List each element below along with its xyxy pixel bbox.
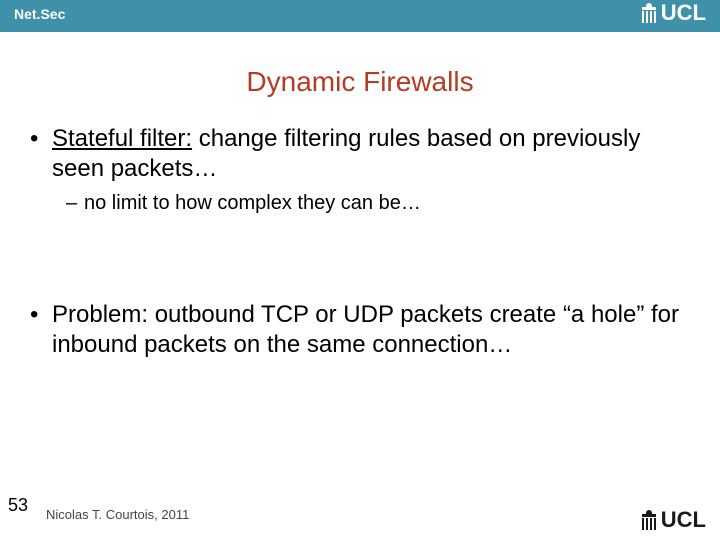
- slide: Net.Sec UCL Dynamic Firewalls • Stateful…: [0, 0, 720, 540]
- ucl-logo-bottom: UCL: [641, 510, 706, 530]
- author-line: Nicolas T. Courtois, 2011: [46, 507, 189, 522]
- page-number: 53: [8, 495, 28, 516]
- ucl-logo-top: UCL: [641, 3, 706, 23]
- ucl-logo-icon: UCL: [641, 510, 706, 530]
- bullet-marker: •: [30, 300, 52, 360]
- slide-body: • Stateful filter: change filtering rule…: [30, 124, 690, 366]
- sub-bullet-item: – no limit to how complex they can be…: [66, 190, 690, 216]
- course-label: Net.Sec: [14, 6, 65, 22]
- header-bar: Net.Sec: [0, 0, 720, 32]
- ucl-logo-text: UCL: [661, 510, 706, 530]
- bullet-item: • Problem: outbound TCP or UDP packets c…: [30, 300, 690, 360]
- bullet-marker: •: [30, 124, 52, 184]
- sub-bullet-text: no limit to how complex they can be…: [84, 190, 421, 216]
- bullet-text: Problem: outbound TCP or UDP packets cre…: [52, 300, 690, 360]
- sub-bullet-marker: –: [66, 190, 84, 216]
- bullet-quoted: “a hole”: [563, 301, 644, 328]
- ucl-logo-icon: UCL: [641, 3, 706, 23]
- bullet-text: Stateful filter: change filtering rules …: [52, 124, 690, 184]
- slide-title: Dynamic Firewalls: [0, 66, 720, 98]
- spacer: [30, 216, 690, 300]
- portico-icon: [641, 510, 657, 530]
- ucl-logo-text: UCL: [661, 3, 706, 23]
- portico-icon: [641, 3, 657, 23]
- bullet-lead-underlined: Stateful filter:: [52, 125, 192, 152]
- bullet-lead: Problem: outbound TCP or UDP packets cre…: [52, 301, 563, 328]
- bullet-item: • Stateful filter: change filtering rule…: [30, 124, 690, 184]
